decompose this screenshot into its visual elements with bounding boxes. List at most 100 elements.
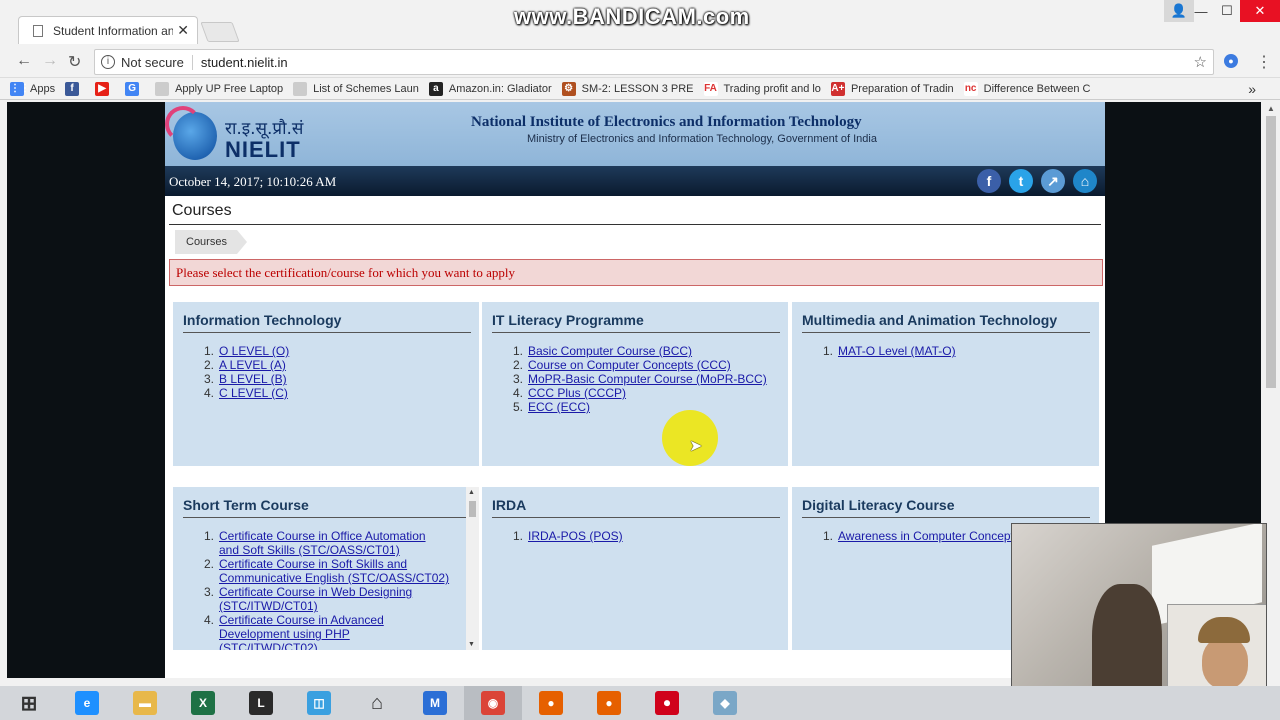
list-number: 1. — [512, 344, 523, 358]
logo-text: NIELIT — [225, 137, 301, 162]
close-window-button[interactable]: ✕ — [1240, 0, 1280, 22]
extension-icon[interactable]: ● — [1224, 54, 1238, 68]
browser-tab[interactable]: Student Information and ✕ — [18, 16, 198, 44]
firefox-2-taskbar-button[interactable]: ● — [580, 686, 638, 720]
organization-subtitle: Ministry of Electronics and Information … — [527, 133, 877, 145]
course-link[interactable]: Certificate Course in Soft Skills and Com… — [219, 557, 449, 585]
address-bar[interactable]: i Not secure student.nielit.in ☆ — [94, 49, 1214, 75]
bookmark-item[interactable]: List of Schemes Laun — [293, 81, 419, 96]
course-link[interactable]: Basic Computer Course (BCC) — [528, 344, 692, 358]
list-number: 3. — [203, 372, 214, 386]
forward-icon[interactable]: → — [42, 52, 58, 70]
course-panel: Information Technology 1. O LEVEL (O) 2. A L… — [173, 302, 479, 466]
logo-hindi-text: रा.इ.सू.प्रौ.सं — [225, 119, 304, 139]
course-link[interactable]: MoPR-Basic Computer Course (MoPR-BCC) — [528, 372, 767, 386]
bookmark-item[interactable]: ⋮⋮ Apps — [10, 81, 55, 96]
bookmark-star-icon[interactable]: ☆ — [1194, 53, 1207, 71]
twitter-icon[interactable]: t — [1009, 169, 1033, 193]
bookmark-label: Amazon.in: Gladiator — [448, 82, 552, 95]
list-number: 2. — [203, 557, 214, 571]
bookmark-item[interactable]: f — [65, 81, 85, 96]
course-list-item: 1. IRDA-POS (POS) — [492, 529, 623, 543]
course-list-item: 2. A LEVEL (A) — [183, 358, 289, 372]
maxthon-icon: M — [423, 691, 447, 715]
file-explorer-icon: ▬ — [133, 691, 157, 715]
bandicam-record-taskbar-button[interactable]: ⏺ — [638, 686, 696, 720]
course-list-item: 5. ECC (ECC) — [492, 400, 767, 414]
logo-arc-icon — [165, 106, 201, 142]
browser-menu-icon[interactable]: ⋮ — [1256, 52, 1272, 72]
scrollbar-thumb[interactable] — [1266, 116, 1276, 388]
maximize-button[interactable]: ☐ — [1212, 0, 1242, 22]
chart-icon[interactable]: ↗ — [1041, 169, 1065, 193]
panel-title: Digital Literacy Course — [802, 497, 955, 513]
bookmark-item[interactable]: Apply UP Free Laptop — [155, 81, 283, 96]
amazon-icon: a — [428, 81, 443, 96]
security-indicator[interactable]: Not secure — [121, 54, 193, 70]
course-link[interactable]: Awareness in Computer Concepts — [838, 529, 1020, 543]
excel-icon: X — [191, 691, 215, 715]
course-link[interactable]: Course on Computer Concepts (CCC) — [528, 358, 731, 372]
bookmark-item[interactable]: ▶ — [95, 81, 115, 96]
inset-person-cap — [1198, 617, 1250, 643]
internet-explorer-taskbar-button[interactable]: e — [58, 686, 116, 720]
course-link[interactable]: ECC (ECC) — [528, 400, 590, 414]
list-number: 5. — [512, 400, 523, 414]
scroll-up-icon[interactable]: ▲ — [1267, 104, 1275, 113]
list-number: 4. — [203, 386, 214, 400]
panel-divider — [802, 517, 1090, 518]
course-link[interactable]: Certificate Course in Web Designing (STC/… — [219, 585, 412, 613]
breadcrumb[interactable]: Courses — [175, 230, 247, 254]
list-number: 1. — [822, 344, 833, 358]
url-text[interactable]: student.nielit.in — [201, 55, 288, 70]
store-taskbar-button[interactable]: ◫ — [290, 686, 348, 720]
course-link[interactable]: C LEVEL (C) — [219, 386, 288, 400]
course-list-item: 1. Certificate Course in Office Automatio… — [183, 529, 449, 557]
tab-title: Student Information and — [53, 23, 174, 38]
chrome-taskbar-button[interactable]: ◉ — [464, 686, 522, 720]
bookmark-item[interactable]: ⚙ SM-2: LESSON 3 PRE — [561, 81, 694, 96]
home-icon[interactable]: ⌂ — [1073, 169, 1097, 193]
browser-titlebar: Student Information and ✕ www.BANDICAM.c… — [0, 0, 1280, 44]
course-link[interactable]: O LEVEL (O) — [219, 344, 289, 358]
back-icon[interactable]: ← — [16, 52, 32, 70]
close-tab-icon[interactable]: ✕ — [177, 22, 189, 39]
more-bookmarks-icon[interactable]: » — [1248, 81, 1256, 97]
course-link[interactable]: IRDA-POS (POS) — [528, 529, 623, 543]
bookmark-item[interactable]: a Amazon.in: Gladiator — [428, 81, 552, 96]
lenovo-app-taskbar-button[interactable]: L — [232, 686, 290, 720]
excel-taskbar-button[interactable]: X — [174, 686, 232, 720]
course-list: 1. Basic Computer Course (BCC) 2. Course on… — [492, 344, 767, 414]
bookmark-item[interactable]: FA Trading profit and lo — [703, 81, 821, 96]
facebook-icon[interactable]: f — [977, 169, 1001, 193]
scroll-up-icon[interactable]: ▲ — [468, 489, 475, 496]
scroll-down-icon[interactable]: ▼ — [468, 641, 475, 648]
info-icon[interactable]: i — [101, 55, 115, 69]
bookmark-item[interactable]: nc Difference Between C — [963, 81, 1090, 96]
panel-scrollbar[interactable]: ▲ ▼ — [466, 487, 479, 650]
file-explorer-taskbar-button[interactable]: ▬ — [116, 686, 174, 720]
panel-divider — [183, 517, 471, 518]
course-link[interactable]: Certificate Course in Advanced Developmen… — [219, 613, 384, 650]
bookmark-item[interactable]: G — [125, 81, 145, 96]
firefox-taskbar-button[interactable]: ● — [522, 686, 580, 720]
course-list-item: 4. CCC Plus (CCCP) — [492, 386, 767, 400]
panel-title: IRDA — [492, 497, 527, 513]
maxthon-taskbar-button[interactable]: M — [406, 686, 464, 720]
start-button-taskbar-button[interactable]: ⊞ — [0, 686, 58, 720]
home-app-icon: ⌂ — [370, 691, 384, 714]
scrollbar-thumb[interactable] — [469, 501, 476, 517]
course-link[interactable]: MAT-O Level (MAT-O) — [838, 344, 956, 358]
home-app-taskbar-button[interactable]: ⌂ — [348, 686, 406, 720]
course-link[interactable]: A LEVEL (A) — [219, 358, 286, 372]
new-tab-button[interactable] — [200, 22, 240, 42]
reload-icon[interactable]: ↻ — [68, 52, 81, 72]
course-link[interactable]: CCC Plus (CCCP) — [528, 386, 626, 400]
panel-divider — [183, 332, 471, 333]
course-link[interactable]: Certificate Course in Office Automation a… — [219, 529, 426, 557]
list-number: 1. — [203, 529, 214, 543]
bookmark-item[interactable]: A+ Preparation of Tradin — [830, 81, 954, 96]
course-list-item: 3. B LEVEL (B) — [183, 372, 289, 386]
course-link[interactable]: B LEVEL (B) — [219, 372, 287, 386]
misc-app-taskbar-button[interactable]: ◆ — [696, 686, 754, 720]
